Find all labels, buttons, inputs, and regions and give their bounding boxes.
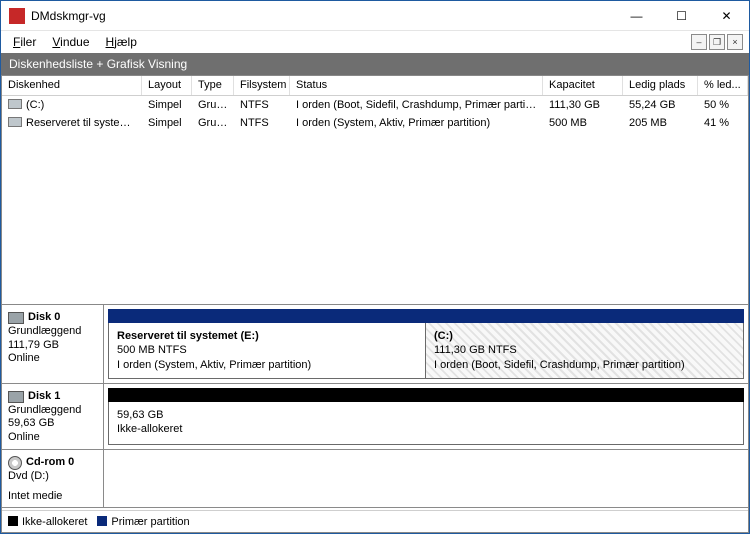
window-controls: — ☐ ✕ — [614, 1, 749, 30]
view-band[interactable]: Diskenhedsliste + Grafisk Visning — [1, 53, 749, 75]
disk-list[interactable]: Disk 0 Grundlæggend 111,79 GB Online Res… — [2, 305, 748, 510]
part-status: I orden (System, Aktiv, Primær partition… — [117, 358, 417, 372]
vol-cap: 500 MB — [543, 116, 623, 130]
menu-window[interactable]: Vindue — [44, 33, 97, 51]
bar-seg-primary — [426, 309, 744, 323]
vol-status: I orden (System, Aktiv, Primær partition… — [290, 116, 543, 130]
col-status[interactable]: Status — [290, 76, 543, 95]
vol-name: Reserveret til systemet... — [26, 117, 142, 129]
legend-swatch-blue — [97, 516, 107, 526]
partition-block[interactable]: (C:) 111,30 GB NTFS I orden (Boot, Sidef… — [426, 323, 743, 378]
vol-status: I orden (Boot, Sidefil, Crashdump, Primæ… — [290, 98, 543, 112]
disk-name: Disk 1 — [28, 390, 60, 404]
col-kapacitet[interactable]: Kapacitet — [543, 76, 623, 95]
app-icon — [9, 8, 25, 24]
disk-icon — [8, 312, 24, 324]
menu-help[interactable]: Hjælp — [98, 33, 145, 51]
disk-state: Online — [8, 352, 97, 366]
disk-row-0[interactable]: Disk 0 Grundlæggend 111,79 GB Online Res… — [2, 305, 748, 384]
legend-unallocated: Ikke-allokeret — [8, 516, 87, 528]
disk-kind: Grundlæggend — [8, 404, 97, 418]
window-title: DMdskmgr-vg — [31, 9, 614, 23]
disk-layout: 59,63 GB Ikke-allokeret — [104, 384, 748, 449]
vol-fs: NTFS — [234, 98, 290, 112]
disk-row-1[interactable]: Disk 1 Grundlæggend 59,63 GB Online 59,6 — [2, 384, 748, 450]
vol-layout: Simpel — [142, 116, 192, 130]
content-area: Diskenhed Layout Type Filsystem Status K… — [1, 75, 749, 533]
part-title: (C:) — [434, 329, 735, 343]
bar-seg-unalloc — [108, 388, 744, 402]
vol-type: Grun... — [192, 98, 234, 112]
mdi-minimize-button[interactable]: – — [691, 34, 707, 50]
mdi-restore-button[interactable]: ❐ — [709, 34, 725, 50]
view-band-label: Diskenhedsliste + Grafisk Visning — [9, 57, 187, 71]
partition-block[interactable]: 59,63 GB Ikke-allokeret — [109, 402, 743, 444]
vol-type: Grun... — [192, 116, 234, 130]
title-bar[interactable]: DMdskmgr-vg — ☐ ✕ — [1, 1, 749, 31]
disk-bar — [108, 309, 744, 323]
col-ledig[interactable]: Ledig plads — [623, 76, 698, 95]
menu-file[interactable]: Filer — [5, 33, 44, 51]
vol-pct: 41 % — [698, 116, 748, 130]
volume-list-header: Diskenhed Layout Type Filsystem Status K… — [2, 76, 748, 96]
disk-state: Online — [8, 431, 97, 445]
cd-icon — [8, 456, 22, 470]
table-row[interactable]: Reserveret til systemet... Simpel Grun..… — [2, 114, 748, 132]
volume-list-panel: Diskenhed Layout Type Filsystem Status K… — [1, 75, 749, 305]
graphical-panel: Disk 0 Grundlæggend 111,79 GB Online Res… — [1, 305, 749, 533]
part-title: Reserveret til systemet (E:) — [117, 329, 417, 343]
minimize-button[interactable]: — — [614, 1, 659, 30]
part-sub: 500 MB NTFS — [117, 343, 417, 357]
app-window: DMdskmgr-vg — ☐ ✕ Filer Vindue Hjælp – ❐… — [0, 0, 750, 534]
part-status: I orden (Boot, Sidefil, Crashdump, Primæ… — [434, 358, 735, 372]
col-diskenhed[interactable]: Diskenhed — [2, 76, 142, 95]
disk-name: Disk 0 — [28, 311, 60, 325]
vol-name: (C:) — [26, 99, 44, 111]
volume-list-body[interactable]: (C:) Simpel Grun... NTFS I orden (Boot, … — [2, 96, 748, 304]
col-filsystem[interactable]: Filsystem — [234, 76, 290, 95]
vol-free: 55,24 GB — [623, 98, 698, 112]
disk-info: Disk 0 Grundlæggend 111,79 GB Online — [2, 305, 104, 383]
legend-swatch-black — [8, 516, 18, 526]
menu-bar: Filer Vindue Hjælp – ❐ × — [1, 31, 749, 53]
bar-seg-primary — [108, 309, 426, 323]
legend: Ikke-allokeret Primær partition — [2, 510, 748, 532]
volume-icon — [8, 99, 22, 109]
vol-pct: 50 % — [698, 98, 748, 112]
col-layout[interactable]: Layout — [142, 76, 192, 95]
part-sub: 59,63 GB — [117, 408, 735, 422]
part-status: Ikke-allokeret — [117, 422, 735, 436]
disk-icon — [8, 391, 24, 403]
legend-primary: Primær partition — [97, 516, 189, 528]
disk-kind: Grundlæggend — [8, 325, 97, 339]
partition-block[interactable]: Reserveret til systemet (E:) 500 MB NTFS… — [109, 323, 426, 378]
disk-row-cd[interactable]: Cd-rom 0 Dvd (D:) Intet medie — [2, 450, 748, 509]
vol-fs: NTFS — [234, 116, 290, 130]
disk-layout — [104, 450, 748, 508]
disk-size: 59,63 GB — [8, 417, 97, 431]
table-row[interactable]: (C:) Simpel Grun... NTFS I orden (Boot, … — [2, 96, 748, 114]
col-pct[interactable]: % led... — [698, 76, 748, 95]
disk-name: Cd-rom 0 — [26, 456, 74, 470]
disk-info: Disk 1 Grundlæggend 59,63 GB Online — [2, 384, 104, 449]
disk-size: 111,79 GB — [8, 339, 97, 353]
mdi-controls: – ❐ × — [691, 34, 745, 50]
close-button[interactable]: ✕ — [704, 1, 749, 30]
vol-layout: Simpel — [142, 98, 192, 112]
disk-kind: Dvd (D:) — [8, 470, 97, 484]
part-sub: 111,30 GB NTFS — [434, 343, 735, 357]
volume-icon — [8, 117, 22, 127]
disk-bar — [108, 388, 744, 402]
disk-info: Cd-rom 0 Dvd (D:) Intet medie — [2, 450, 104, 508]
vol-cap: 111,30 GB — [543, 98, 623, 112]
disk-layout: Reserveret til systemet (E:) 500 MB NTFS… — [104, 305, 748, 383]
mdi-close-button[interactable]: × — [727, 34, 743, 50]
disk-state: Intet medie — [8, 490, 97, 504]
col-type[interactable]: Type — [192, 76, 234, 95]
vol-free: 205 MB — [623, 116, 698, 130]
maximize-button[interactable]: ☐ — [659, 1, 704, 30]
